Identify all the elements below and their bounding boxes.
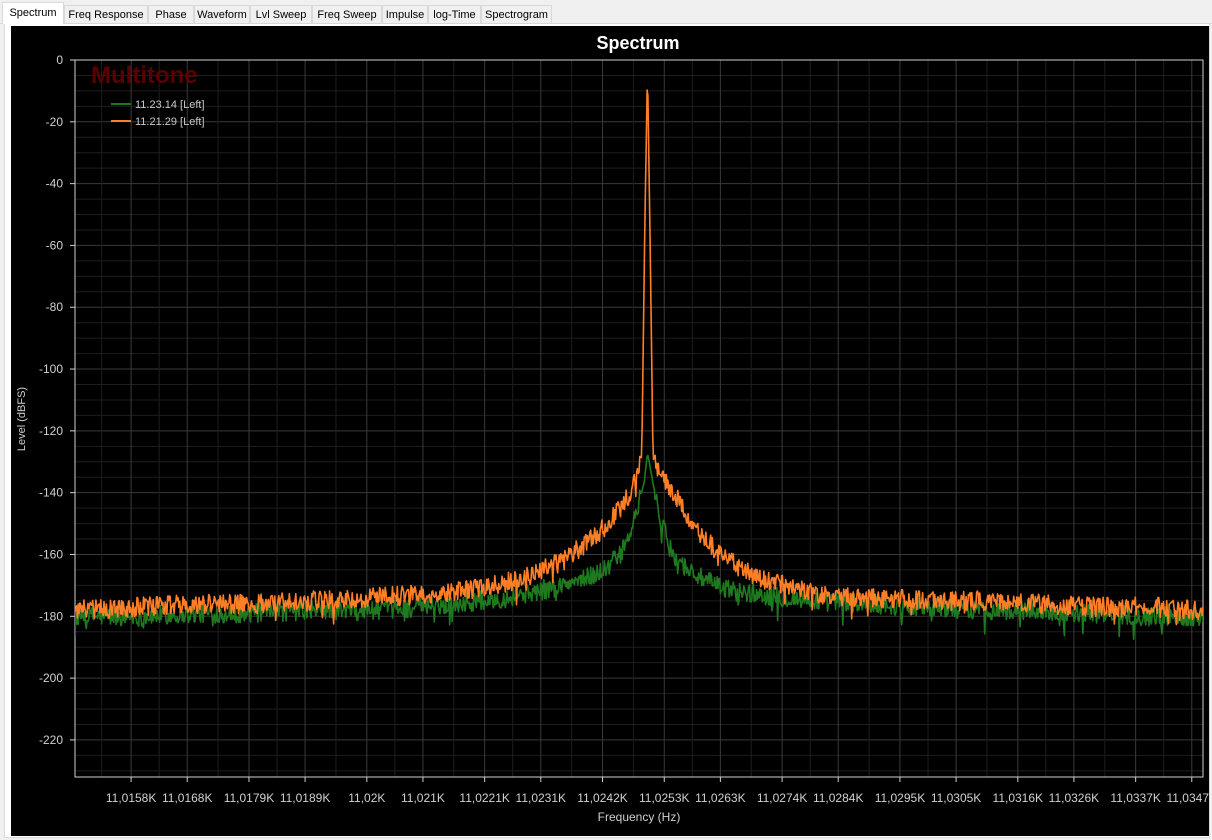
y-tick-label: 0 <box>56 53 63 67</box>
x-tick-label: 11,0253K <box>639 791 690 805</box>
y-tick-label: -180 <box>39 609 63 623</box>
tab-spectrogram[interactable]: Spectrogram <box>481 5 552 23</box>
tab-freq-sweep[interactable]: Freq Sweep <box>312 5 382 23</box>
x-tick-label: 11,0295K <box>875 791 926 805</box>
legend-label: 11.21.29 [Left] <box>135 116 205 128</box>
x-tick-label: 11,0158K <box>106 791 157 805</box>
y-tick-label: -160 <box>39 547 63 561</box>
plot-area[interactable]: Spectrum 0 -20 -40 -60 -80 -100 -120 -140 -160 -1… <box>11 26 1209 836</box>
grid <box>75 59 1203 777</box>
x-tick-label: 11,0305K <box>931 791 982 805</box>
tab-lvl-sweep[interactable]: Lvl Sweep <box>250 5 312 23</box>
x-tick-label: 11,0189K <box>280 791 331 805</box>
x-tick-label: 11,0231K <box>516 791 567 805</box>
x-tick-label: 11,0179K <box>224 791 275 805</box>
y-tick-label: -200 <box>39 671 63 685</box>
x-tick-label: 11,0263K <box>695 791 746 805</box>
plot-background <box>75 60 1203 777</box>
tab-log-time[interactable]: log-Time <box>428 5 481 23</box>
x-axis-label: Frequency (Hz) <box>598 810 681 824</box>
watermark-text: Multitone <box>91 62 198 89</box>
x-tick-label: 11,0168K <box>162 791 213 805</box>
y-tick-label: -220 <box>39 733 63 747</box>
x-tick-label: 11,0337K <box>1110 791 1161 805</box>
tab-spectrum[interactable]: Spectrum <box>2 2 64 24</box>
tab-bar: Spectrum Freq Response Phase Waveform Lvl Sw… <box>0 0 1212 24</box>
chart-title: Spectrum <box>596 33 679 53</box>
y-tick-label: -120 <box>39 424 63 438</box>
x-tick-label: 11,0242K <box>577 791 628 805</box>
tab-phase[interactable]: Phase <box>148 5 194 23</box>
x-tick-label: 11,0274K <box>757 791 808 805</box>
y-tick-label: -20 <box>46 115 64 129</box>
tab-freq-response[interactable]: Freq Response <box>64 5 148 23</box>
x-tick-label: 11,0347K <box>1167 791 1209 805</box>
x-tick-label: 11,0221K <box>459 791 510 805</box>
x-tick-label: 11,02K <box>348 791 385 805</box>
y-tick-label: -40 <box>46 177 64 191</box>
tab-impulse[interactable]: Impulse <box>382 5 428 23</box>
x-tick-label: 11,021K <box>401 791 445 805</box>
x-tick-label: 11,0316K <box>993 791 1044 805</box>
legend-label: 11.23.14 [Left] <box>135 99 205 111</box>
y-axis-label: Level (dBFS) <box>16 387 28 451</box>
x-tick-label: 11,0326K <box>1049 791 1100 805</box>
y-tick-label: -140 <box>39 486 63 500</box>
tab-waveform[interactable]: Waveform <box>194 5 250 23</box>
x-tick-label: 11,0284K <box>813 791 864 805</box>
y-tick-label: -80 <box>46 300 64 314</box>
spectrum-chart[interactable]: Spectrum 0 -20 -40 -60 -80 -100 -120 -140 -160 -1… <box>11 26 1209 836</box>
y-tick-label: -100 <box>39 362 63 376</box>
y-tick-label: -60 <box>46 238 64 252</box>
